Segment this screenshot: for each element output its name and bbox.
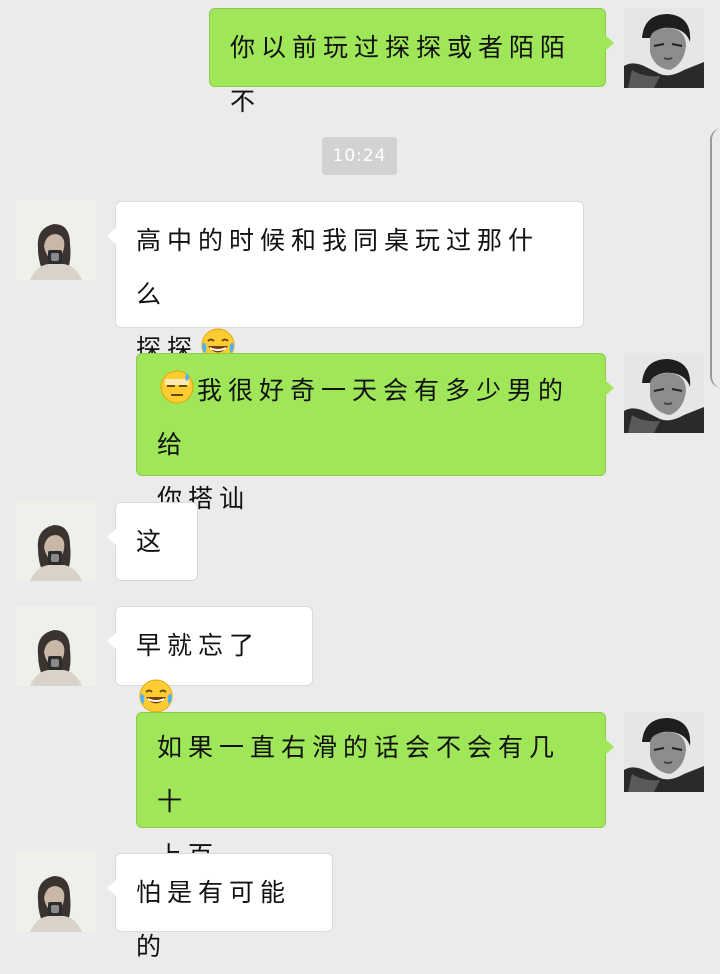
message-text: 你以前玩过探探或者陌陌不 (230, 33, 572, 116)
message-text-line: 如果一直右滑的话会不会有几十 (157, 733, 561, 816)
my-avatar[interactable] (624, 712, 704, 792)
message-text: 这 (136, 527, 168, 556)
message-bubble-other[interactable]: 早就忘了 (107, 606, 313, 686)
avatar-photo (16, 200, 96, 280)
message-bubble-other[interactable]: 高中的时候和我同桌玩过那什么 探探 (107, 201, 584, 363)
message-text: 早就忘了 (136, 631, 261, 660)
my-avatar[interactable] (624, 353, 704, 433)
avatar-photo (624, 712, 704, 792)
message-bubble-self[interactable]: 我很好奇一天会有多少男的给 你搭讪 (136, 353, 614, 513)
timestamp-label: 10:24 (322, 137, 397, 175)
message-text: 怕是有可能的 (136, 878, 292, 961)
contact-avatar[interactable] (16, 852, 96, 932)
contact-avatar[interactable] (16, 200, 96, 280)
message-text-line: 我很好奇一天会有多少男的给 (157, 364, 585, 472)
message-bubble-self[interactable]: 如果一直右滑的话会不会有几十 上百... (136, 712, 614, 870)
avatar-photo (16, 852, 96, 932)
chat-area[interactable]: 你以前玩过探探或者陌陌不 10:24 高中的时候和我同桌玩过那什么 探探 我很好… (0, 0, 720, 961)
tears-of-joy-emoji (138, 678, 174, 714)
message-text-line: 高中的时候和我同桌玩过那什么 (136, 226, 540, 309)
sweat-emoji (159, 369, 195, 405)
message-bubble-other[interactable]: 这 (107, 502, 198, 581)
message-bubble-self[interactable]: 你以前玩过探探或者陌陌不 (209, 8, 614, 116)
avatar-photo (624, 353, 704, 433)
avatar-photo (624, 8, 704, 88)
contact-avatar[interactable] (16, 501, 96, 581)
message-text-line: 你搭讪 (157, 484, 251, 513)
scroll-edge-indicator (710, 128, 720, 388)
avatar-photo (16, 606, 96, 686)
my-avatar[interactable] (624, 8, 704, 88)
contact-avatar[interactable] (16, 606, 96, 686)
message-bubble-other[interactable]: 怕是有可能的 (107, 853, 333, 961)
avatar-photo (16, 501, 96, 581)
